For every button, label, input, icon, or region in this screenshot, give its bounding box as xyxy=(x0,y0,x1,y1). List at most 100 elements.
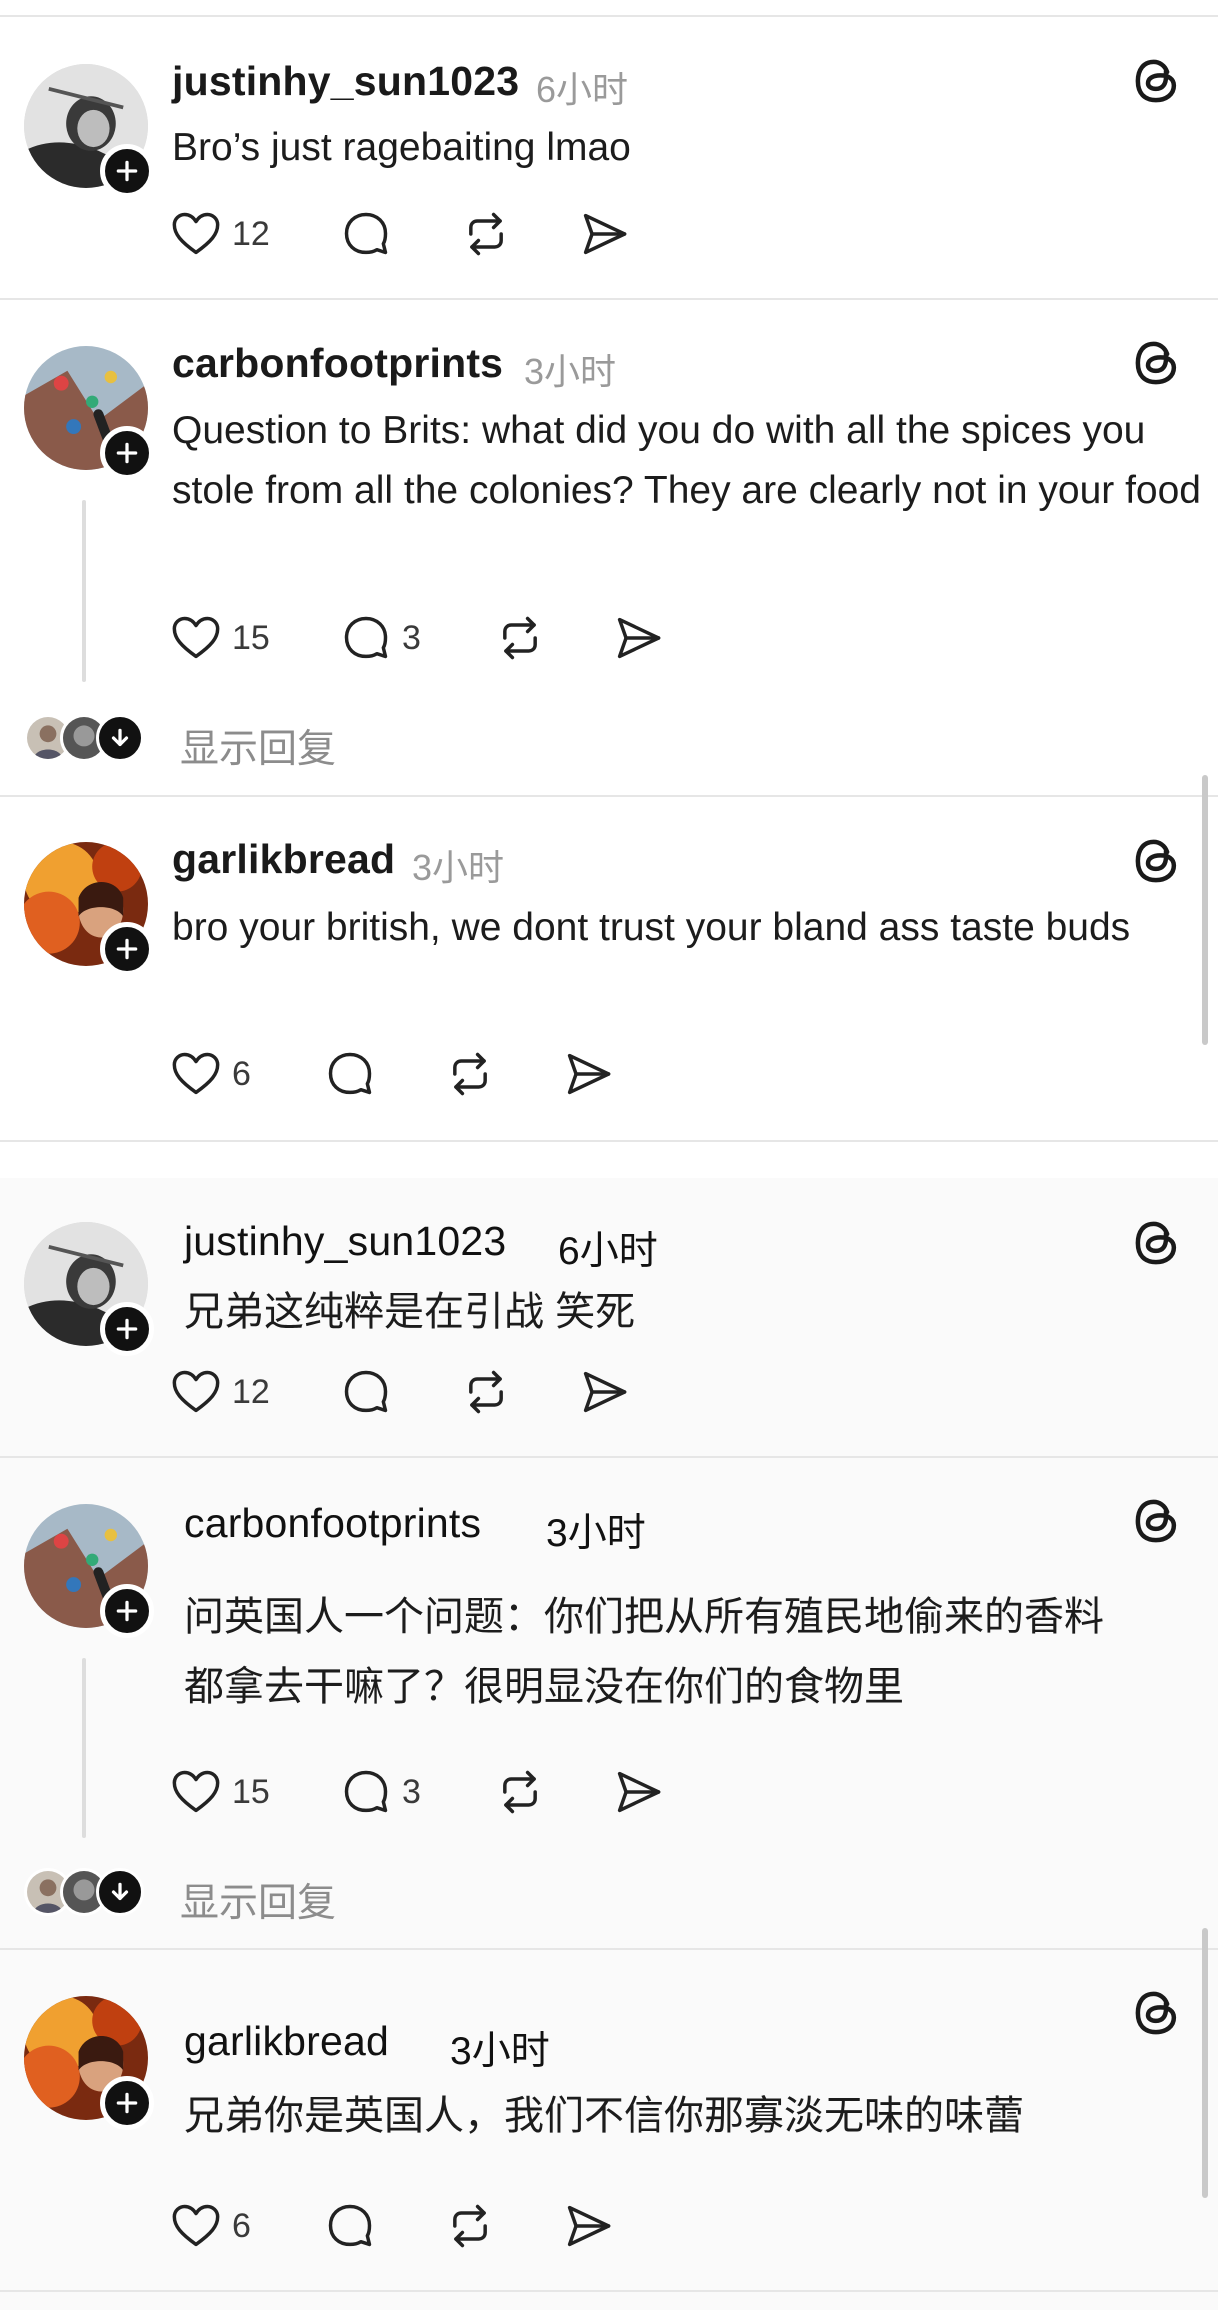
send-icon xyxy=(612,612,664,664)
send-icon xyxy=(612,1766,664,1818)
share-button[interactable] xyxy=(578,1366,630,1418)
follow-button[interactable] xyxy=(100,144,154,198)
reply-button[interactable] xyxy=(324,2200,376,2252)
like-count: 6 xyxy=(232,2206,251,2245)
username[interactable]: garlikbread xyxy=(184,2018,389,2065)
show-replies-link[interactable]: 显示回复 xyxy=(180,718,336,774)
plus-icon xyxy=(114,936,140,962)
plus-icon xyxy=(114,2090,140,2116)
username[interactable]: carbonfootprints xyxy=(184,1500,481,1547)
divider xyxy=(0,1140,1218,1142)
threads-logo-icon[interactable] xyxy=(1130,1986,1184,2040)
repost-button[interactable] xyxy=(494,1766,546,1818)
comment-bubble-icon xyxy=(324,1048,376,1100)
username[interactable]: garlikbread xyxy=(172,836,395,883)
heart-icon xyxy=(170,208,222,260)
like-button[interactable]: 15 xyxy=(170,612,270,664)
post-time: 3小时 xyxy=(524,351,617,392)
replier-avatars[interactable] xyxy=(24,1868,164,1918)
expand-replies-button[interactable] xyxy=(96,1868,144,1916)
threads-logo-icon[interactable] xyxy=(1130,834,1184,888)
like-button[interactable]: 12 xyxy=(170,1366,270,1418)
follow-button[interactable] xyxy=(100,922,154,976)
divider xyxy=(0,2290,1218,2292)
threads-logo-icon[interactable] xyxy=(1130,336,1184,390)
scrollbar[interactable] xyxy=(1202,775,1208,1045)
threads-logo-icon[interactable] xyxy=(1130,1494,1184,1548)
like-button[interactable]: 15 xyxy=(170,1766,270,1818)
thread-connector-line xyxy=(82,500,86,682)
post-text: Question to Brits: what did you do with … xyxy=(172,409,1201,512)
post-time: 6小时 xyxy=(536,69,629,110)
divider xyxy=(0,1948,1218,1950)
like-count: 12 xyxy=(232,214,270,253)
username[interactable]: carbonfootprints xyxy=(172,340,503,387)
repost-button[interactable] xyxy=(460,1366,512,1418)
post-time: 3小时 xyxy=(412,847,505,888)
like-button[interactable]: 6 xyxy=(170,2200,251,2252)
heart-icon xyxy=(170,2200,222,2252)
divider xyxy=(0,298,1218,300)
scrollbar[interactable] xyxy=(1202,1928,1208,2198)
repost-button[interactable] xyxy=(444,2200,496,2252)
thread-connector-line xyxy=(82,1658,86,1838)
reply-count: 3 xyxy=(402,1772,421,1811)
like-count: 15 xyxy=(232,1772,270,1811)
comment-bubble-icon xyxy=(324,2200,376,2252)
send-icon xyxy=(578,1366,630,1418)
reply-button[interactable]: 3 xyxy=(340,612,421,664)
repost-icon xyxy=(460,1366,512,1418)
threads-logo-icon[interactable] xyxy=(1130,1216,1184,1270)
reply-button[interactable] xyxy=(324,1048,376,1100)
threads-logo-icon[interactable] xyxy=(1130,54,1184,108)
repost-button[interactable] xyxy=(444,1048,496,1100)
show-replies-link[interactable]: 显示回复 xyxy=(180,1872,336,1928)
like-count: 6 xyxy=(232,1054,251,1093)
heart-icon xyxy=(170,1766,222,1818)
repost-icon xyxy=(444,2200,496,2252)
post-time: 6小时 xyxy=(558,1230,658,1273)
share-button[interactable] xyxy=(612,612,664,664)
expand-replies-button[interactable] xyxy=(96,714,144,762)
share-button[interactable] xyxy=(612,1766,664,1818)
repost-button[interactable] xyxy=(460,208,512,260)
follow-button[interactable] xyxy=(100,1302,154,1356)
repost-icon xyxy=(494,1766,546,1818)
divider xyxy=(0,1456,1218,1458)
divider xyxy=(0,15,1218,17)
like-button[interactable]: 6 xyxy=(170,1048,251,1100)
share-button[interactable] xyxy=(562,2200,614,2252)
plus-icon xyxy=(114,158,140,184)
comment-bubble-icon xyxy=(340,208,392,260)
send-icon xyxy=(562,2200,614,2252)
follow-button[interactable] xyxy=(100,1584,154,1638)
post-text: 问英国人一个问题：你们把从所有殖民地偷来的香料都拿去干嘛了？很明显没在你们的食物… xyxy=(184,1595,1104,1709)
send-icon xyxy=(562,1048,614,1100)
post-time: 3小时 xyxy=(450,2030,550,2073)
divider xyxy=(0,795,1218,797)
post-text: 兄弟这纯粹是在引战 笑死 xyxy=(184,1290,636,1334)
reply-button[interactable]: 3 xyxy=(340,1766,421,1818)
reply-button[interactable] xyxy=(340,208,392,260)
repost-button[interactable] xyxy=(494,612,546,664)
repost-icon xyxy=(444,1048,496,1100)
send-icon xyxy=(578,208,630,260)
plus-icon xyxy=(114,1316,140,1342)
username[interactable]: justinhy_sun1023 xyxy=(172,58,519,105)
threads-replies-screen: justinhy_sun1023 6小时 Bro’s just ragebait… xyxy=(0,0,1218,2310)
share-button[interactable] xyxy=(562,1048,614,1100)
post-text: bro your british, we dont trust your bla… xyxy=(172,906,1131,949)
username[interactable]: justinhy_sun1023 xyxy=(184,1218,506,1265)
arrow-down-icon xyxy=(107,725,133,751)
follow-button[interactable] xyxy=(100,2076,154,2130)
share-button[interactable] xyxy=(578,208,630,260)
heart-icon xyxy=(170,1048,222,1100)
plus-icon xyxy=(114,1598,140,1624)
replier-avatars[interactable] xyxy=(24,714,164,764)
like-button[interactable]: 12 xyxy=(170,208,270,260)
heart-icon xyxy=(170,612,222,664)
reply-button[interactable] xyxy=(340,1366,392,1418)
comment-bubble-icon xyxy=(340,1366,392,1418)
follow-button[interactable] xyxy=(100,426,154,480)
like-count: 12 xyxy=(232,1372,270,1411)
